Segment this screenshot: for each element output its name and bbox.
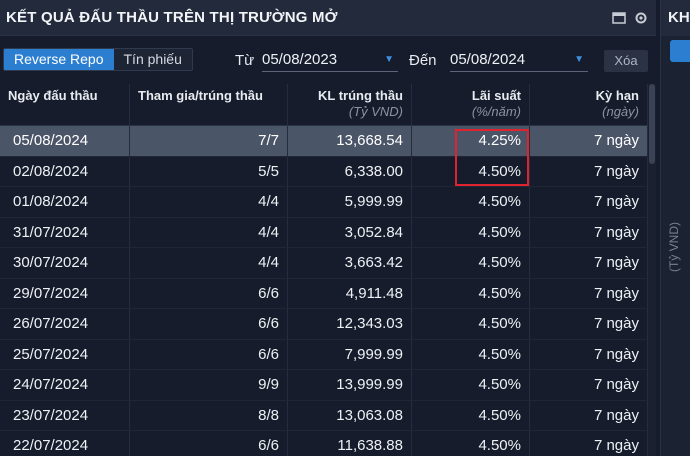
cell-date: 22/07/2024 bbox=[0, 431, 130, 456]
table-row[interactable]: 23/07/2024 8/8 13,063.08 4.50% 7 ngày bbox=[0, 400, 648, 431]
dropdown-caret-icon: ▼ bbox=[574, 54, 584, 65]
from-date-picker[interactable]: 05/08/2023 ▼ bbox=[262, 48, 398, 72]
cell-rate: 4.50% bbox=[412, 339, 530, 369]
scrollbar-thumb[interactable] bbox=[649, 84, 655, 164]
open-market-auction-panel: KẾT QUẢ ĐẤU THẦU TRÊN THỊ TRƯỜNG MỞ Reve… bbox=[0, 0, 656, 456]
auction-results-table: Ngày đấu thầu Tham gia/trúng thầu KL trú… bbox=[0, 84, 648, 456]
cell-rate: 4.50% bbox=[412, 370, 530, 400]
cell-date: 29/07/2024 bbox=[0, 278, 130, 308]
to-date-picker[interactable]: 05/08/2024 ▼ bbox=[450, 48, 588, 72]
cell-volume: 12,343.03 bbox=[288, 309, 412, 339]
table-row[interactable]: 05/08/2024 7/7 13,668.54 4.25% 7 ngày bbox=[0, 126, 648, 157]
table-row[interactable]: 29/07/2024 6/6 4,911.48 4.50% 7 ngày bbox=[0, 278, 648, 309]
cell-date: 25/07/2024 bbox=[0, 339, 130, 369]
cell-participation: 8/8 bbox=[130, 400, 288, 430]
cell-rate: 4.50% bbox=[412, 248, 530, 278]
cell-volume: 3,052.84 bbox=[288, 217, 412, 247]
cell-term: 7 ngày bbox=[530, 400, 648, 430]
col-header-volume[interactable]: KL trúng thầu (Tỷ VND) bbox=[288, 84, 412, 125]
cell-date: 26/07/2024 bbox=[0, 309, 130, 339]
panel-title: KẾT QUẢ ĐẤU THẦU TRÊN THỊ TRƯỜNG MỞ bbox=[6, 9, 338, 26]
cell-volume: 13,999.99 bbox=[288, 370, 412, 400]
cell-term: 7 ngày bbox=[530, 309, 648, 339]
cell-term: 7 ngày bbox=[530, 187, 648, 217]
cell-volume: 11,638.88 bbox=[288, 431, 412, 456]
to-label: Đến bbox=[409, 52, 437, 69]
table-row[interactable]: 31/07/2024 4/4 3,052.84 4.50% 7 ngày bbox=[0, 217, 648, 248]
cell-date: 01/08/2024 bbox=[0, 187, 130, 217]
cell-volume: 4,911.48 bbox=[288, 278, 412, 308]
cell-volume: 6,338.00 bbox=[288, 156, 412, 186]
panel-header: KẾT QUẢ ĐẤU THẦU TRÊN THỊ TRƯỜNG MỞ bbox=[0, 0, 656, 36]
settings-icon[interactable] bbox=[634, 11, 648, 25]
cell-rate: 4.50% bbox=[412, 278, 530, 308]
window-icon[interactable] bbox=[612, 11, 626, 25]
cell-participation: 6/6 bbox=[130, 278, 288, 308]
cell-participation: 6/6 bbox=[130, 309, 288, 339]
cell-rate: 4.50% bbox=[412, 400, 530, 430]
instrument-tabs: Reverse Repo Tín phiếu bbox=[3, 48, 193, 71]
cell-term: 7 ngày bbox=[530, 431, 648, 456]
side-panel-unit-label: (Tỷ VND) bbox=[667, 222, 681, 272]
from-date-value: 05/08/2023 bbox=[262, 51, 338, 68]
cell-rate: 4.50% bbox=[412, 217, 530, 247]
side-panel-tab[interactable] bbox=[670, 40, 690, 62]
cell-term: 7 ngày bbox=[530, 248, 648, 278]
filter-bar: Reverse Repo Tín phiếu Từ 05/08/2023 ▼ Đ… bbox=[0, 36, 656, 84]
from-label: Từ bbox=[235, 52, 255, 69]
side-panel-title: KH bbox=[661, 0, 690, 36]
cell-participation: 6/6 bbox=[130, 431, 288, 456]
cell-term: 7 ngày bbox=[530, 278, 648, 308]
cell-volume: 13,668.54 bbox=[288, 126, 412, 156]
table-row[interactable]: 22/07/2024 6/6 11,638.88 4.50% 7 ngày bbox=[0, 431, 648, 456]
cell-volume: 7,999.99 bbox=[288, 339, 412, 369]
dropdown-caret-icon: ▼ bbox=[384, 54, 394, 65]
cell-volume: 3,663.42 bbox=[288, 248, 412, 278]
table-header: Ngày đấu thầu Tham gia/trúng thầu KL trú… bbox=[0, 84, 648, 126]
cell-date: 02/08/2024 bbox=[0, 156, 130, 186]
cell-rate: 4.50% bbox=[412, 156, 530, 186]
cell-date: 23/07/2024 bbox=[0, 400, 130, 430]
cell-volume: 5,999.99 bbox=[288, 187, 412, 217]
table-row[interactable]: 01/08/2024 4/4 5,999.99 4.50% 7 ngày bbox=[0, 187, 648, 218]
cell-term: 7 ngày bbox=[530, 370, 648, 400]
cell-date: 30/07/2024 bbox=[0, 248, 130, 278]
cell-participation: 5/5 bbox=[130, 156, 288, 186]
cell-rate: 4.25% bbox=[412, 126, 530, 156]
cell-participation: 7/7 bbox=[130, 126, 288, 156]
side-panel: KH (Tỷ VND) bbox=[660, 0, 690, 456]
cell-term: 7 ngày bbox=[530, 156, 648, 186]
cell-participation: 4/4 bbox=[130, 217, 288, 247]
cell-participation: 4/4 bbox=[130, 187, 288, 217]
cell-term: 7 ngày bbox=[530, 339, 648, 369]
tab-tin-phieu[interactable]: Tín phiếu bbox=[113, 49, 192, 70]
table-row[interactable]: 02/08/2024 5/5 6,338.00 4.50% 7 ngày bbox=[0, 156, 648, 187]
cell-volume: 13,063.08 bbox=[288, 400, 412, 430]
to-date-value: 05/08/2024 bbox=[450, 51, 526, 68]
col-header-rate[interactable]: Lãi suất (%/năm) bbox=[412, 84, 530, 125]
tab-reverse-repo[interactable]: Reverse Repo bbox=[4, 49, 114, 70]
cell-participation: 9/9 bbox=[130, 370, 288, 400]
cell-participation: 4/4 bbox=[130, 248, 288, 278]
cell-date: 24/07/2024 bbox=[0, 370, 130, 400]
table-row[interactable]: 26/07/2024 6/6 12,343.03 4.50% 7 ngày bbox=[0, 309, 648, 340]
cell-rate: 4.50% bbox=[412, 187, 530, 217]
clear-button[interactable]: Xóa bbox=[604, 50, 648, 72]
cell-participation: 6/6 bbox=[130, 339, 288, 369]
cell-rate: 4.50% bbox=[412, 309, 530, 339]
col-header-date[interactable]: Ngày đấu thầu bbox=[0, 84, 130, 125]
table-row[interactable]: 24/07/2024 9/9 13,999.99 4.50% 7 ngày bbox=[0, 370, 648, 401]
cell-date: 31/07/2024 bbox=[0, 217, 130, 247]
cell-term: 7 ngày bbox=[530, 217, 648, 247]
col-header-participation[interactable]: Tham gia/trúng thầu bbox=[130, 84, 288, 125]
col-header-term[interactable]: Kỳ hạn (ngày) bbox=[530, 84, 648, 125]
table-row[interactable]: 30/07/2024 4/4 3,663.42 4.50% 7 ngày bbox=[0, 248, 648, 279]
cell-date: 05/08/2024 bbox=[0, 126, 130, 156]
table-row[interactable]: 25/07/2024 6/6 7,999.99 4.50% 7 ngày bbox=[0, 339, 648, 370]
cell-rate: 4.50% bbox=[412, 431, 530, 456]
cell-term: 7 ngày bbox=[530, 126, 648, 156]
table-scrollbar[interactable] bbox=[648, 84, 656, 456]
